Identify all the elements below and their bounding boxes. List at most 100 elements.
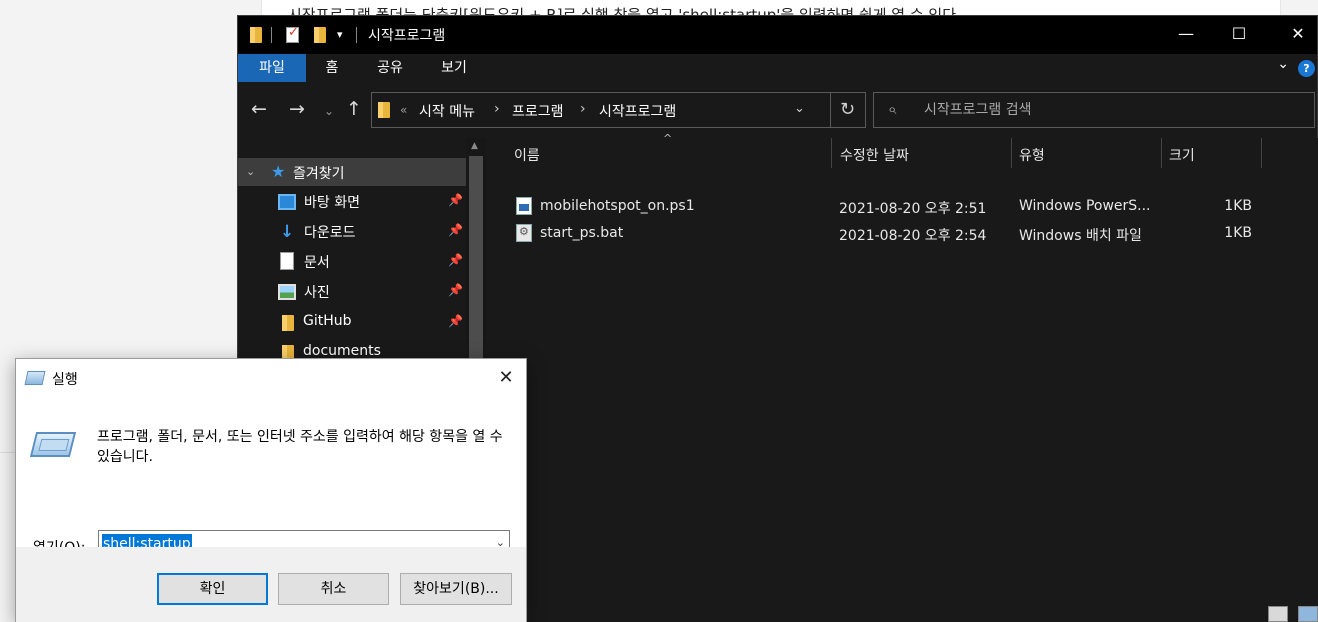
file-size: 1KB (1224, 225, 1252, 241)
nav-item-documents[interactable]: 문서 📌 (238, 247, 466, 277)
nav-item-desktop[interactable]: 바탕 화면 📌 (238, 187, 466, 217)
tab-share[interactable]: 공유 (369, 54, 411, 82)
folder-icon (378, 102, 390, 118)
search-box[interactable]: ⌕ (873, 92, 1315, 128)
file-modified: 2021-08-20 오후 2:51 (839, 201, 987, 217)
divider (356, 27, 357, 43)
maximize-button[interactable]: ☐ (1210, 16, 1268, 54)
ribbon-tabs: 파일 홈 공유 보기 ⌄ ? (238, 54, 1317, 82)
file-name: start_ps.bat (540, 225, 624, 241)
nav-item-pictures[interactable]: 사진 📌 (238, 277, 466, 307)
nav-item-label: 즐겨찾기 (293, 166, 345, 182)
pin-icon[interactable]: 📌 (448, 193, 463, 207)
star-icon: ★ (271, 162, 286, 181)
pin-icon[interactable]: 📌 (448, 253, 463, 267)
divider (0, 452, 16, 453)
divider (271, 27, 272, 43)
file-list: ^ 이름 수정한 날짜 유형 크기 mobilehotspot_on.ps1 2… (488, 132, 1318, 622)
breadcrumb-separator[interactable]: › (580, 101, 586, 117)
batch-file-icon (516, 224, 532, 242)
recent-locations-button[interactable]: ⌄ (324, 104, 334, 118)
breadcrumb-start-menu[interactable]: 시작 메뉴 (419, 101, 475, 121)
folder-icon (250, 27, 262, 43)
file-modified: 2021-08-20 오후 2:54 (839, 228, 987, 244)
breadcrumb-startup[interactable]: 시작프로그램 (599, 101, 676, 121)
column-divider[interactable] (1261, 138, 1262, 168)
column-divider[interactable] (1011, 138, 1012, 168)
customize-quick-access-icon[interactable]: ▾ (337, 28, 343, 41)
file-size: 1KB (1224, 198, 1252, 214)
table-row[interactable]: start_ps.bat 2021-08-20 오후 2:54 Windows … (488, 221, 1318, 247)
document-icon (280, 252, 294, 270)
folder-icon (282, 315, 294, 331)
forward-button[interactable]: → (289, 98, 305, 120)
collapse-ribbon-icon[interactable]: ⌄ (1277, 56, 1289, 72)
tab-view[interactable]: 보기 (434, 54, 474, 82)
tab-file[interactable]: 파일 (238, 54, 306, 82)
dialog-title: 실행 (52, 372, 78, 388)
window-title: 시작프로그램 (368, 28, 446, 44)
close-button[interactable]: ✕ (488, 363, 524, 393)
run-dialog: 실행 ✕ 프로그램, 폴더, 문서, 또는 인터넷 주소를 입력하여 해당 항목… (15, 358, 527, 622)
column-divider[interactable] (1161, 138, 1162, 168)
back-button[interactable]: ← (251, 98, 267, 120)
address-bar[interactable]: « 시작 메뉴 › 프로그램 › 시작프로그램 ⌄ (371, 92, 831, 128)
download-icon: ↓ (280, 222, 295, 242)
search-icon: ⌕ (888, 100, 897, 118)
column-divider[interactable] (831, 138, 832, 168)
scrollbar-thumb[interactable] (469, 156, 483, 366)
details-view-button[interactable] (1268, 606, 1288, 622)
run-dialog-titlebar: 실행 ✕ (16, 359, 526, 397)
run-description: 프로그램, 폴더, 문서, 또는 인터넷 주소를 입력하여 해당 항목을 열 수… (97, 429, 503, 465)
up-button[interactable]: ↑ (346, 98, 362, 120)
nav-item-downloads[interactable]: ↓ 다운로드 📌 (238, 217, 466, 247)
search-input[interactable] (924, 100, 1304, 120)
desktop-icon (278, 194, 296, 210)
cancel-button[interactable]: 취소 (278, 573, 389, 605)
close-button[interactable]: ✕ (1269, 16, 1318, 54)
file-name: mobilehotspot_on.ps1 (540, 198, 695, 214)
powershell-file-icon (516, 197, 532, 215)
run-icon (24, 371, 46, 385)
explorer-titlebar: ▾ 시작프로그램 — ☐ ✕ (238, 16, 1317, 54)
nav-item-label: GitHub (303, 313, 352, 329)
picture-icon (278, 284, 296, 300)
file-type: Windows 배치 파일 (1019, 228, 1142, 244)
ok-button[interactable]: 확인 (157, 573, 268, 605)
run-dialog-body: 프로그램, 폴더, 문서, 또는 인터넷 주소를 입력하여 해당 항목을 열 수… (16, 397, 526, 558)
sort-ascending-icon: ^ (663, 132, 673, 145)
breadcrumb-programs[interactable]: 프로그램 (512, 101, 564, 121)
pin-icon[interactable]: 📌 (448, 223, 463, 237)
scroll-up-icon[interactable]: ▲ (471, 141, 478, 151)
browse-button[interactable]: 찾아보기(B)... (400, 573, 512, 605)
nav-item-quick-access[interactable]: ⌄ ★ 즐겨찾기 (238, 158, 466, 188)
breadcrumb-separator[interactable]: › (494, 101, 500, 117)
help-icon[interactable]: ? (1298, 60, 1315, 77)
chevron-down-icon[interactable]: ⌄ (246, 165, 255, 178)
column-header-size[interactable]: 크기 (1169, 142, 1195, 170)
run-icon (29, 432, 77, 457)
refresh-button[interactable]: ↻ (830, 92, 866, 128)
nav-item-label: 사진 (304, 285, 330, 301)
column-header-modified[interactable]: 수정한 날짜 (840, 142, 909, 170)
nav-item-label: 다운로드 (304, 225, 356, 241)
column-header-type[interactable]: 유형 (1019, 142, 1045, 170)
large-icons-view-button[interactable] (1298, 606, 1318, 622)
run-dialog-footer: 확인 취소 찾아보기(B)... (16, 547, 526, 622)
tab-home[interactable]: 홈 (314, 54, 350, 82)
nav-item-github[interactable]: GitHub 📌 (238, 308, 466, 338)
minimize-button[interactable]: — (1157, 16, 1215, 54)
properties-icon[interactable] (286, 25, 299, 43)
column-header-name[interactable]: 이름 (514, 142, 540, 170)
address-dropdown-icon[interactable]: ⌄ (794, 101, 805, 116)
nav-item-label: 바탕 화면 (304, 195, 360, 211)
nav-item-label: 문서 (304, 255, 330, 271)
nav-item-label: documents (303, 343, 381, 359)
navigation-bar: ← → ⌄ ↑ « 시작 메뉴 › 프로그램 › 시작프로그램 ⌄ ↻ ⌕ (238, 82, 1317, 138)
file-type: Windows PowerS... (1019, 198, 1151, 214)
breadcrumb-overflow[interactable]: « (400, 103, 407, 117)
table-row[interactable]: mobilehotspot_on.ps1 2021-08-20 오후 2:51 … (488, 194, 1318, 220)
pin-icon[interactable]: 📌 (448, 314, 463, 328)
pin-icon[interactable]: 📌 (448, 283, 463, 297)
new-folder-icon[interactable] (314, 27, 326, 43)
